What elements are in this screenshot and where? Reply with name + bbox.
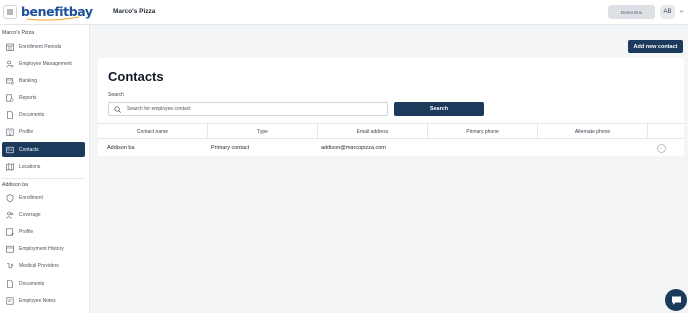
sidebar-item-label: Coverage [19,211,41,218]
sidebar-item-label: Employment History [19,245,64,252]
chat-bubble-icon [671,296,681,305]
sidebar-item-label: Banking [19,77,38,84]
search-input[interactable] [127,106,367,112]
note-icon [6,297,14,305]
sidebar-item-label: Contacts [19,146,39,153]
hamburger-icon [7,9,13,15]
sidebar-item-label: Documents [19,280,45,287]
sidebar-item-profile[interactable]: Profile [2,124,85,139]
sidebar-item-label: Profile [19,128,34,135]
sidebar-item-label: Locations [19,163,41,170]
logo-swoosh-icon [26,16,80,21]
cell-email: addison@marcopizza.com [321,145,386,151]
cell-contact-name: Addison ba [107,145,135,151]
search-icon [114,105,121,113]
column-header-primary-phone[interactable]: Primary phone [428,124,538,139]
chevron-down-icon[interactable] [679,9,684,14]
sidebar-item-label: Enrollment Periods [19,43,62,50]
document-icon [7,110,13,119]
cell-type: Primary contact [211,145,250,151]
column-header-alternate-phone[interactable]: Alternate phone [538,124,648,139]
table-row[interactable]: Addison ba Primary contact addison@marco… [98,140,684,156]
hamburger-menu-button[interactable] [3,5,17,19]
top-bar: benefitbay Marco's Pizza Demo Env AB [0,0,688,25]
sidebar-item-enrollment-periods[interactable]: Enrollment Periods [2,39,85,54]
sidebar: Marco's Pizza Enrollment Periods Employe… [0,25,90,313]
sidebar-item-coverage[interactable]: Coverage [2,207,85,222]
document-icon [7,279,13,288]
demo-env-button[interactable]: Demo Env [608,5,655,19]
table-header: Contact name Type Email address Primary … [98,123,684,139]
sidebar-item-reports[interactable]: Reports [2,90,85,105]
sidebar-divider [2,178,85,179]
sidebar-item-label: Profile [19,228,34,235]
sidebar-item-employee-management[interactable]: Employee Management [2,56,85,71]
column-header-contact-name[interactable]: Contact name [98,124,208,139]
profile-edit-icon [6,228,14,236]
calendar-grid-icon [6,43,14,51]
sidebar-item-medical-providers[interactable]: Medical Providers [2,258,85,273]
sidebar-item-locations[interactable]: Locations [2,159,85,174]
chat-button[interactable] [665,289,687,311]
sidebar-item-contacts[interactable]: Contacts [2,142,85,157]
sidebar-item-employee-documents[interactable]: Documents [2,276,85,291]
row-actions-button[interactable]: ··· [657,144,666,153]
sidebar-item-label: Reports [19,94,37,101]
users-icon [6,211,14,219]
sidebar-item-employee-profile[interactable]: Profile [2,224,85,239]
medical-icon [7,262,14,268]
sidebar-item-employment-history[interactable]: Employment History [2,241,85,256]
sidebar-item-label: Documents [19,111,45,118]
sidebar-item-banking[interactable]: Banking [2,73,85,88]
history-icon [6,245,14,253]
add-new-contact-button[interactable]: Add new contact [628,40,683,53]
sidebar-item-enrollment[interactable]: Enrollment [2,190,85,205]
page-title: Contacts [108,69,164,84]
contacts-card-icon [6,146,14,153]
user-gear-icon [6,60,14,68]
building-icon [6,128,14,136]
map-icon [6,162,14,171]
shield-icon [6,193,14,202]
sidebar-section-employee: Addison ba [2,182,28,188]
column-header-type[interactable]: Type [208,124,318,139]
search-field[interactable] [108,102,388,116]
sidebar-item-label: Employee Notes [19,297,56,304]
bank-card-icon [6,77,14,85]
sidebar-section-company: Marco's Pizza [2,30,35,36]
sidebar-item-documents[interactable]: Documents [2,107,85,122]
search-button[interactable]: Search [394,102,484,116]
sidebar-item-label: Medical Providers [19,262,59,269]
column-header-email[interactable]: Email address [318,124,428,139]
company-name: Marco's Pizza [113,8,156,15]
benefitbay-logo[interactable]: benefitbay [21,5,93,21]
user-avatar[interactable]: AB [660,5,675,19]
search-label: Search [108,92,124,98]
sidebar-item-employee-notes[interactable]: Employee Notes [2,293,85,308]
sidebar-item-label: Enrollment [19,194,43,201]
sidebar-item-label: Employee Management [19,60,72,67]
gear-report-icon [6,94,14,102]
